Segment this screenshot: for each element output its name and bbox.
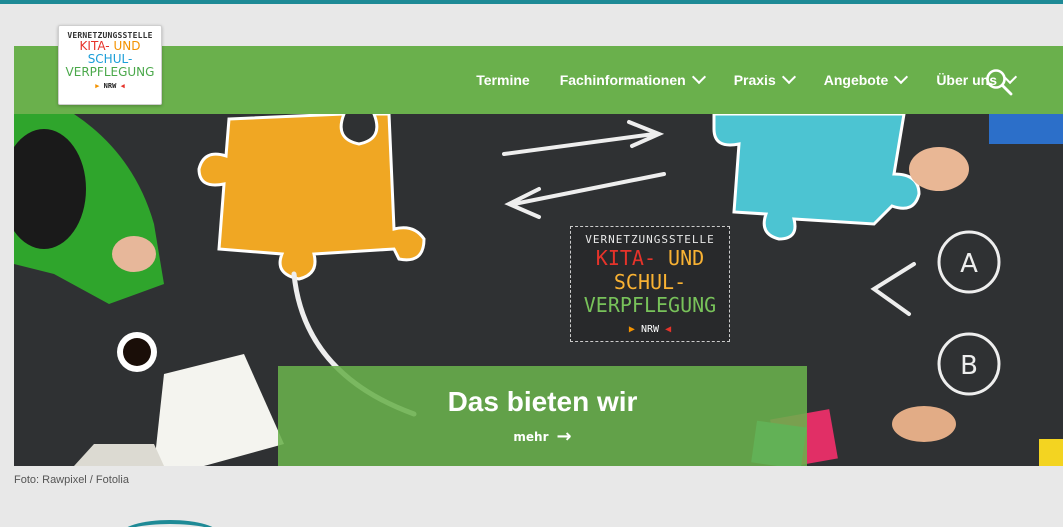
nav-menu: Termine Fachinformationen Praxis Angebot… <box>446 46 1018 114</box>
nav-item-angebote[interactable]: Angebote <box>823 69 909 88</box>
chevron-down-icon <box>691 69 706 85</box>
chalk-logo-line-2: KITA- UND SCHUL- <box>571 246 729 294</box>
logo-nrw: NRW <box>103 82 117 90</box>
pencil-icon: ◀ <box>120 82 125 90</box>
circle-a: A <box>960 249 978 279</box>
hero-chalk-logo: VERNETZUNGSSTELLE KITA- UND SCHUL- VERPF… <box>570 226 730 342</box>
top-accent-stripe <box>0 0 1063 4</box>
circle-b: B <box>960 351 978 381</box>
arrow-right-icon: → <box>556 426 572 447</box>
carrot-icon: ▶ <box>628 324 635 335</box>
chevron-down-icon <box>894 69 909 85</box>
circle-b-label: B <box>960 351 978 381</box>
hero-banner: A B VERNETZUNGSSTELLE KITA- UND SCHUL- V… <box>14 114 1063 466</box>
site-logo[interactable]: VERNETZUNGSSTELLE KITA- UND SCHUL- VERPF… <box>58 25 162 105</box>
nav-item-label: Angebote <box>823 72 889 88</box>
cta-more-link[interactable]: mehr → <box>513 426 571 447</box>
logo-kita: KITA- <box>79 39 110 53</box>
logo-line-4: ▶ NRW ◀ <box>59 82 161 90</box>
logo-schul: SCHUL- <box>87 52 133 66</box>
pencil-icon: ◀ <box>665 324 672 335</box>
cta-title: Das bieten wir <box>447 386 638 417</box>
chalk-logo-nrw: NRW <box>640 324 660 335</box>
nav-item-label: Praxis <box>733 72 776 88</box>
nav-item-label: Termine <box>476 72 530 88</box>
section-decoration <box>120 520 220 527</box>
chalk-logo-kita: KITA- <box>595 246 657 270</box>
chalk-logo-line-1: VERNETZUNGSSTELLE <box>585 233 715 246</box>
nav-item-praxis[interactable]: Praxis <box>733 69 796 88</box>
chalk-logo-line-3: VERPFLEGUNG <box>583 293 717 317</box>
logo-und: UND <box>109 39 141 53</box>
chevron-down-icon <box>781 69 796 85</box>
logo-line-3: VERPFLEGUNG <box>65 65 155 79</box>
chalk-logo-line-4: ▶ NRW ◀ <box>571 324 729 335</box>
search-icon[interactable] <box>985 68 1013 96</box>
hero-cta-box[interactable]: Das bieten wir mehr → <box>278 366 807 466</box>
photo-credit: Foto: Rawpixel / Fotolia <box>14 474 129 486</box>
nav-item-termine[interactable]: Termine <box>476 72 529 88</box>
logo-line-2: KITA- UND SCHUL- <box>59 40 161 66</box>
circle-a-label: A <box>960 249 978 279</box>
carrot-icon: ▶ <box>95 82 100 90</box>
main-navigation: Termine Fachinformationen Praxis Angebot… <box>14 46 1063 114</box>
nav-item-fachinformationen[interactable]: Fachinformationen <box>559 69 706 88</box>
nav-item-label: Fachinformationen <box>559 72 686 88</box>
cta-more-label: mehr <box>513 429 549 444</box>
